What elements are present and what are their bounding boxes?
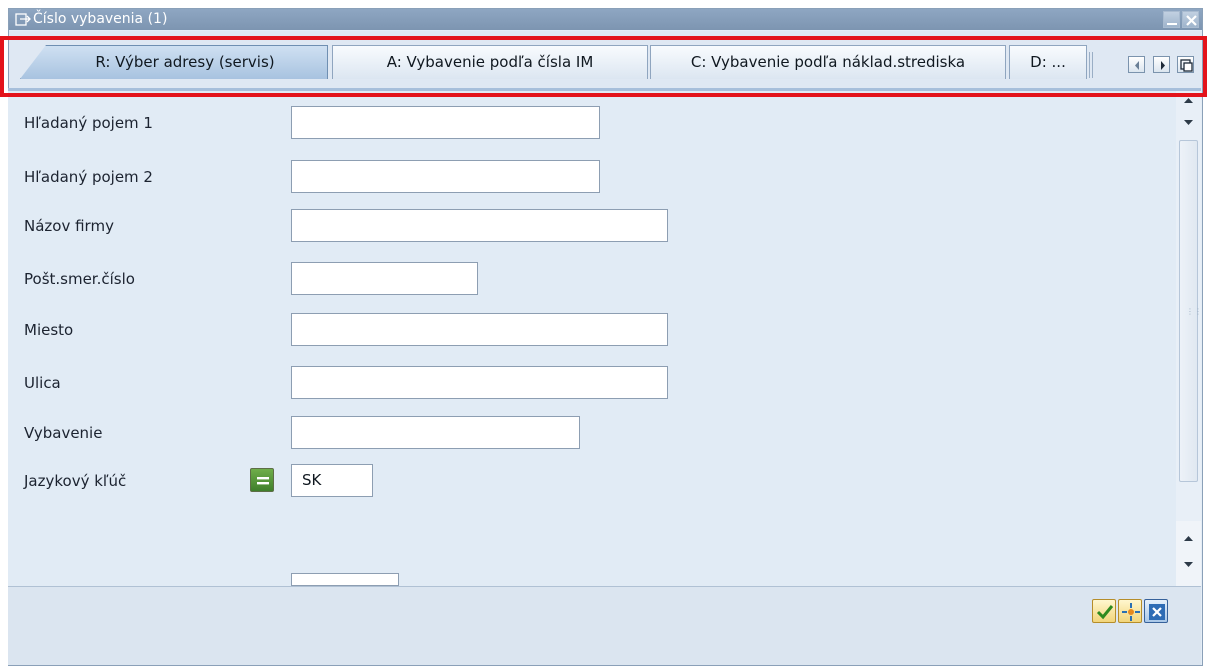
search-term-1-input[interactable] [291,106,600,139]
language-key-label: Jazykový kľúč [24,472,127,490]
scrollbar-lower-track [1176,521,1201,586]
city-label: Miesto [24,321,74,339]
multiple-selection-button[interactable] [1118,599,1142,623]
multi-select-icon [1122,603,1140,621]
cancel-button[interactable] [1144,599,1168,623]
scrollbar-grip-icon: ⋮⋮ [1186,307,1202,316]
postal-code-label: Pošt.smer.číslo [24,270,135,288]
cancel-icon [1149,604,1165,620]
search-term-2-input[interactable] [291,160,600,193]
equipment-label: Vybavenie [24,424,103,442]
company-name-input[interactable] [291,209,668,242]
scroll-top-icon[interactable] [1182,96,1195,108]
language-key-input[interactable]: SK [291,464,373,497]
dialog-footer [8,586,1201,665]
postal-code-input[interactable] [291,262,478,295]
equipment-input[interactable] [291,416,580,449]
scrollbar-thumb[interactable]: ⋮⋮ [1179,140,1202,482]
check-icon [1096,605,1114,620]
search-form-panel: Hľadaný pojem 1 Hľadaný pojem 2 Názov fi… [8,91,1176,586]
scroll-down-icon[interactable] [1182,559,1195,571]
search-term-2-label: Hľadaný pojem 2 [24,168,153,186]
street-input[interactable] [291,366,668,399]
company-name-label: Názov firmy [24,217,114,235]
street-label: Ulica [24,374,61,392]
dialog-content: Hľadaný pojem 1 Hľadaný pojem 2 Názov fi… [8,8,1203,666]
scroll-up-icon[interactable] [1182,534,1195,546]
vertical-scrollbar[interactable]: ⋮⋮ [1176,91,1202,586]
scroll-down-icon[interactable] [1182,117,1195,129]
value-help-icon [257,477,269,485]
continue-button[interactable] [1092,599,1116,623]
language-key-value-help-button[interactable] [250,468,274,492]
city-input[interactable] [291,313,668,346]
search-term-1-label: Hľadaný pojem 1 [24,114,153,132]
partially-hidden-input[interactable] [291,573,399,586]
